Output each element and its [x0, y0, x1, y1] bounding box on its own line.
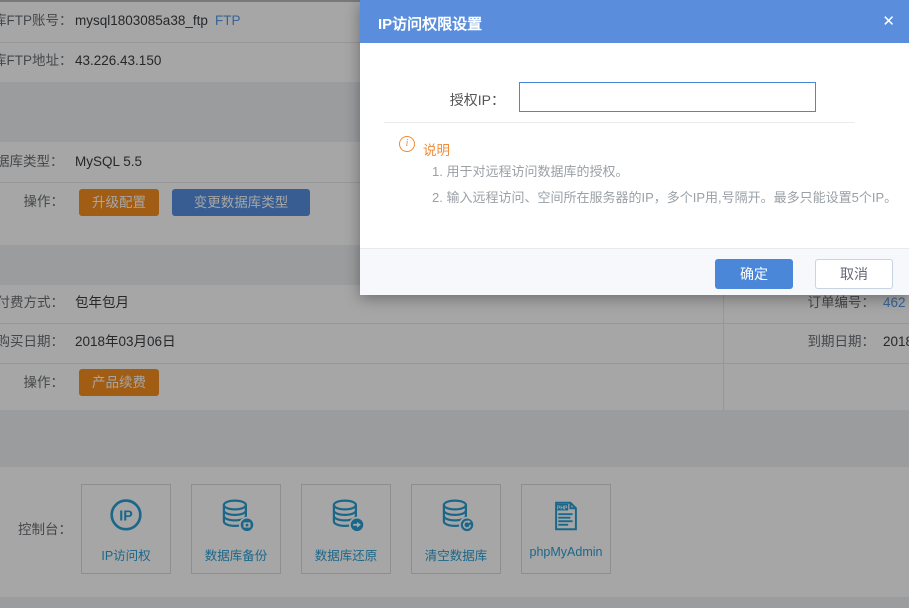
ip-access-settings-dialog: IP访问权限设置 ✕ 授权IP： i 说明 1. 用于对远程访问数据库的授权。 … — [360, 0, 909, 295]
close-icon[interactable]: ✕ — [882, 12, 895, 30]
cancel-button[interactable]: 取消 — [815, 259, 893, 289]
dialog-footer: 确定 取消 — [360, 248, 909, 295]
note-item: 2. 输入远程访问、空间所在服务器的IP，多个IP用,号隔开。最多只能设置5个I… — [432, 187, 897, 206]
confirm-button[interactable]: 确定 — [715, 259, 793, 289]
note-heading: 说明 — [423, 139, 450, 159]
dialog-header: IP访问权限设置 ✕ — [360, 0, 909, 43]
dialog-title: IP访问权限设置 — [378, 13, 482, 34]
dialog-divider — [384, 122, 855, 123]
info-icon: i — [399, 136, 415, 152]
database-management-page: 库FTP账号： mysql1803085a38_ftp FTP 库FTP地址： … — [0, 0, 909, 608]
authorized-ip-input[interactable] — [519, 82, 816, 112]
note-item: 1. 用于对远程访问数据库的授权。 — [432, 161, 628, 180]
authorized-ip-label: 授权IP： — [450, 90, 505, 110]
